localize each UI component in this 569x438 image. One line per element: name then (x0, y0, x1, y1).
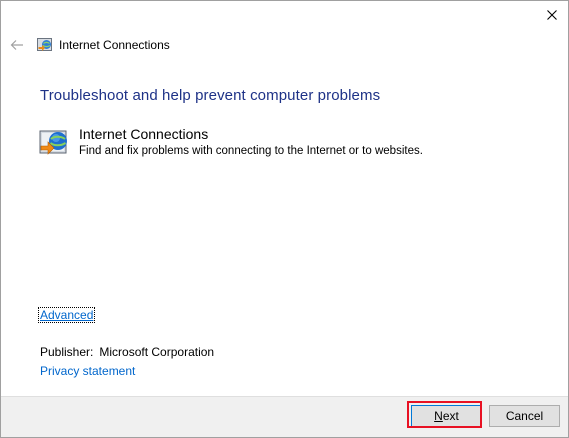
privacy-statement-link[interactable]: Privacy statement (40, 364, 135, 378)
next-button-label: ext (442, 409, 459, 423)
close-button[interactable] (536, 1, 568, 29)
title-bar: Internet Connections (9, 35, 170, 55)
publisher-value: Microsoft Corporation (99, 345, 215, 359)
item-description: Find and fix problems with connecting to… (79, 145, 423, 157)
back-button[interactable] (9, 37, 25, 53)
close-icon (547, 10, 557, 20)
publisher-info: Publisher: Microsoft Corporation (40, 345, 214, 359)
publisher-label: Publisher: (40, 345, 94, 359)
next-button-accelerator: N (434, 409, 443, 423)
window-title: Internet Connections (59, 38, 170, 52)
troubleshooter-window: Internet Connections Troubleshoot and he… (0, 0, 569, 438)
item-title: Internet Connections (79, 126, 209, 142)
cancel-button[interactable]: Cancel (489, 405, 560, 427)
internet-connections-icon (37, 38, 52, 51)
item-text: Internet Connections Find and fix proble… (79, 125, 423, 159)
back-arrow-icon (10, 40, 23, 50)
advanced-link[interactable]: Advanced (37, 307, 96, 323)
internet-connections-icon (39, 130, 67, 155)
page-heading: Troubleshoot and help prevent computer p… (40, 87, 381, 104)
next-button[interactable]: Next (411, 405, 482, 427)
footer-bar: Next Cancel (1, 396, 568, 437)
troubleshooter-item[interactable]: Internet Connections Find and fix proble… (39, 125, 423, 159)
